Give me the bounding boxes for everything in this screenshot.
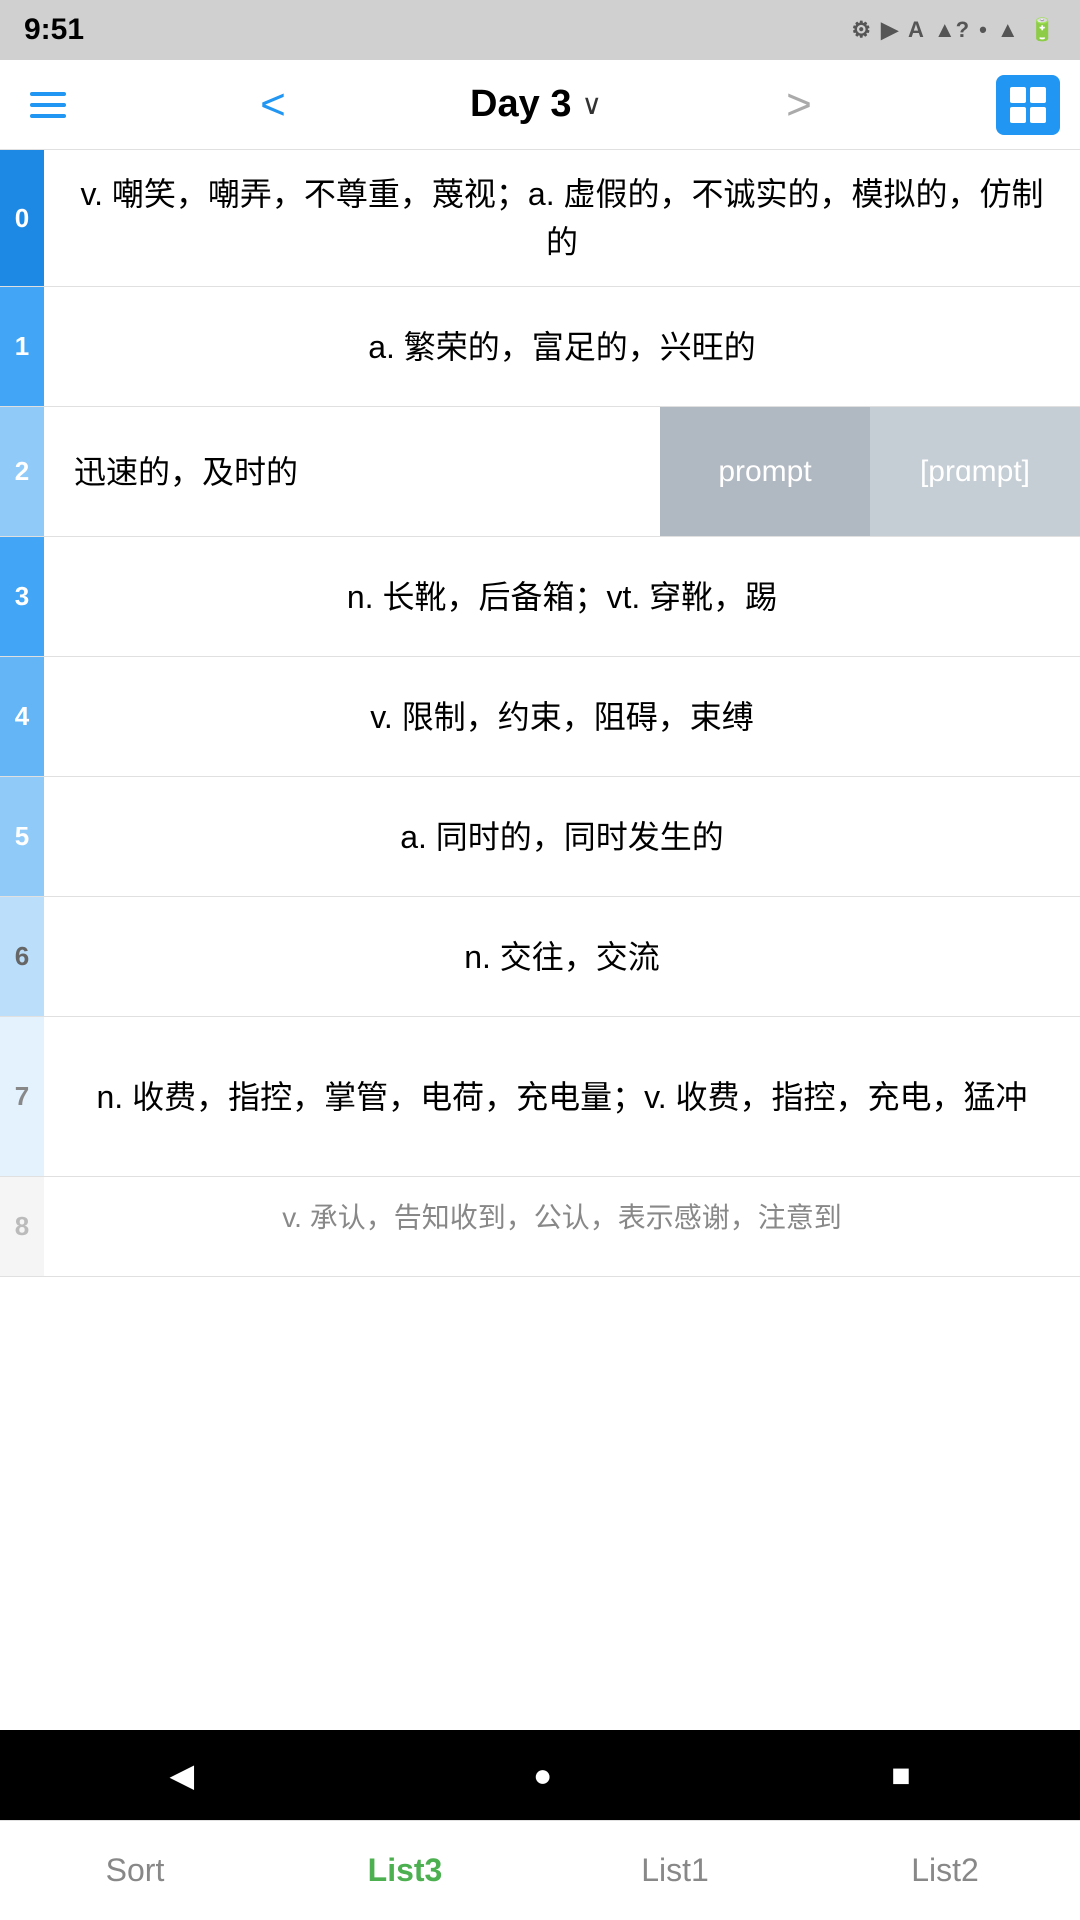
- menu-button[interactable]: [20, 82, 76, 128]
- status-bar: 9:51 ⚙ ▶ A ▲? • ▲ 🔋: [0, 0, 1080, 60]
- word-row[interactable]: 7 n. 收费，指控，掌管，电荷，充电量；v. 收费，指控，充电，猛冲: [0, 1017, 1080, 1177]
- row-index-7: 7: [0, 1017, 44, 1176]
- overlay-buttons: prompt [prɑmpt]: [660, 407, 1080, 536]
- word-definition-8: v. 承认，告知收到，公认，表示感谢，注意到: [44, 1177, 1080, 1276]
- android-nav-bar: ◀ ● ■: [0, 1730, 1080, 1820]
- row-index-8: 8: [0, 1177, 44, 1276]
- android-back-button[interactable]: ◀: [139, 1746, 224, 1804]
- word-definition-5: a. 同时的，同时发生的: [44, 777, 1080, 896]
- wifi-icon: ▲?: [934, 17, 969, 43]
- tab-list2[interactable]: List2: [810, 1821, 1080, 1920]
- word-definition-1: a. 繁荣的，富足的，兴旺的: [44, 287, 1080, 406]
- word-row-partial[interactable]: 8 v. 承认，告知收到，公认，表示感谢，注意到: [0, 1177, 1080, 1277]
- word-list: 0 v. 嘲笑，嘲弄，不尊重，蔑视；a. 虚假的，不诚实的，模拟的，仿制的 1 …: [0, 150, 1080, 1277]
- word-overlay-button[interactable]: prompt: [660, 407, 870, 536]
- page-title: Day 3: [470, 83, 571, 126]
- row-index-5: 5: [0, 777, 44, 896]
- status-icons: ⚙ ▶ A ▲? • ▲ 🔋: [851, 17, 1056, 43]
- dot-icon: •: [979, 17, 987, 43]
- grid-view-button[interactable]: [996, 75, 1060, 135]
- word-definition-7: n. 收费，指控，掌管，电荷，充电量；v. 收费，指控，充电，猛冲: [44, 1017, 1080, 1176]
- word-row[interactable]: 3 n. 长靴，后备箱；vt. 穿靴，踢: [0, 537, 1080, 657]
- tab-sort[interactable]: Sort: [0, 1821, 270, 1920]
- settings-icon: ⚙: [851, 17, 871, 43]
- battery-icon: 🔋: [1029, 17, 1056, 43]
- signal-icon: ▲: [997, 17, 1019, 43]
- row-index-0: 0: [0, 150, 44, 286]
- row-index-1: 1: [0, 287, 44, 406]
- back-button[interactable]: <: [245, 78, 301, 132]
- chevron-down-icon: ∨: [581, 88, 602, 121]
- row-index-6: 6: [0, 897, 44, 1016]
- bottom-tab-bar: Sort List3 List1 List2: [0, 1820, 1080, 1920]
- word-definition-6: n. 交往，交流: [44, 897, 1080, 1016]
- row-index-4: 4: [0, 657, 44, 776]
- word-row[interactable]: 4 v. 限制，约束，阻碍，束缚: [0, 657, 1080, 777]
- word-row[interactable]: 0 v. 嘲笑，嘲弄，不尊重，蔑视；a. 虚假的，不诚实的，模拟的，仿制的: [0, 150, 1080, 287]
- row-index-3: 3: [0, 537, 44, 656]
- word-row[interactable]: 6 n. 交往，交流: [0, 897, 1080, 1017]
- word-row[interactable]: 1 a. 繁荣的，富足的，兴旺的: [0, 287, 1080, 407]
- nav-bar: < Day 3 ∨ >: [0, 60, 1080, 150]
- play-icon: ▶: [881, 17, 898, 43]
- status-time: 9:51: [24, 13, 84, 47]
- android-home-button[interactable]: ●: [503, 1747, 582, 1804]
- font-icon: A: [908, 17, 924, 43]
- word-definition-4: v. 限制，约束，阻碍，束缚: [44, 657, 1080, 776]
- tab-list3[interactable]: List3: [270, 1821, 540, 1920]
- word-definition-0: v. 嘲笑，嘲弄，不尊重，蔑视；a. 虚假的，不诚实的，模拟的，仿制的: [44, 150, 1080, 286]
- android-recent-button[interactable]: ■: [861, 1747, 940, 1804]
- row-index-2: 2: [0, 407, 44, 536]
- word-row[interactable]: 2 迅速的，及时的 prompt [prɑmpt]: [0, 407, 1080, 537]
- tab-list1[interactable]: List1: [540, 1821, 810, 1920]
- forward-button[interactable]: >: [771, 78, 827, 132]
- word-row[interactable]: 5 a. 同时的，同时发生的: [0, 777, 1080, 897]
- phonetic-overlay-button[interactable]: [prɑmpt]: [870, 407, 1080, 536]
- word-definition-3: n. 长靴，后备箱；vt. 穿靴，踢: [44, 537, 1080, 656]
- title-dropdown[interactable]: Day 3 ∨: [470, 83, 602, 126]
